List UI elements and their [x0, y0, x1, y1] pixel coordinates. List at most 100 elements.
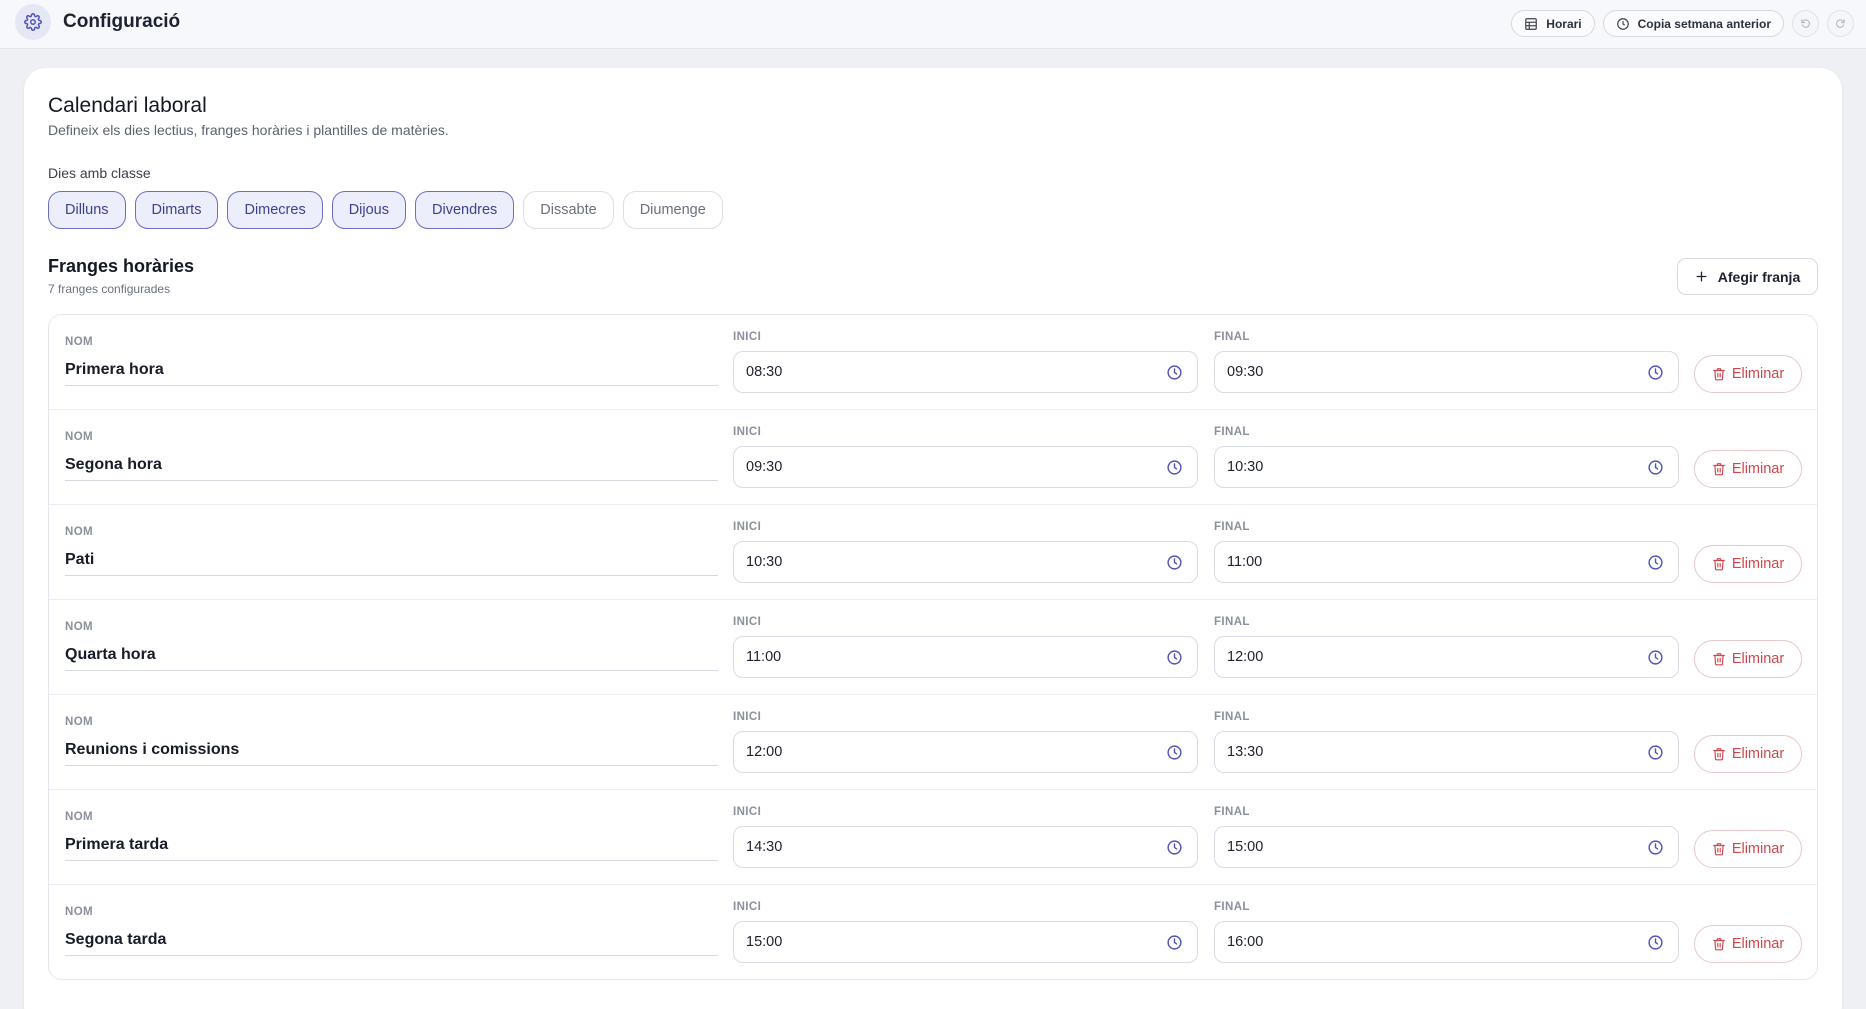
- delete-slot-button[interactable]: Eliminar: [1694, 640, 1802, 678]
- delete-slot-button[interactable]: Eliminar: [1694, 355, 1802, 393]
- clock-icon[interactable]: [1647, 649, 1664, 666]
- trash-icon: [1712, 843, 1725, 856]
- end-label: FINAL: [1214, 901, 1250, 913]
- name-label: NOM: [65, 811, 94, 823]
- copy-week-button[interactable]: Copia setmana anterior: [1602, 10, 1784, 37]
- end-time-input[interactable]: 12:00: [1214, 636, 1679, 678]
- day-chip[interactable]: Dimecres: [227, 191, 323, 229]
- trash-icon: [1712, 653, 1725, 666]
- delete-label: Eliminar: [1731, 366, 1785, 382]
- end-time-input[interactable]: 13:30: [1214, 731, 1679, 773]
- start-time-input[interactable]: 12:00: [733, 731, 1198, 773]
- trash-icon: [1712, 748, 1725, 761]
- slot-name-input[interactable]: Segona hora: [65, 454, 718, 481]
- clock-icon[interactable]: [1166, 649, 1183, 666]
- trash-icon: [1712, 558, 1725, 571]
- delete-slot-button[interactable]: Eliminar: [1694, 830, 1802, 868]
- delete-slot-button[interactable]: Eliminar: [1694, 545, 1802, 583]
- start-time-value: 09:30: [746, 459, 783, 475]
- day-chip[interactable]: Dissabte: [523, 191, 614, 229]
- end-time-input[interactable]: 11:00: [1214, 541, 1679, 583]
- start-time-input[interactable]: 14:30: [733, 826, 1198, 868]
- end-time-input[interactable]: 10:30: [1214, 446, 1679, 488]
- delete-slot-button[interactable]: Eliminar: [1694, 735, 1802, 773]
- end-time-input[interactable]: 15:00: [1214, 826, 1679, 868]
- name-label: NOM: [65, 526, 94, 538]
- slot-row: NOM Segona hora INICI 09:30 FINAL 10:30 Elimin…: [49, 410, 1817, 505]
- end-time-value: 12:00: [1227, 649, 1264, 665]
- undo-button[interactable]: [1792, 10, 1819, 37]
- slot-name-input[interactable]: Reunions i comissions: [65, 739, 718, 766]
- clock-icon[interactable]: [1166, 364, 1183, 381]
- clock-icon[interactable]: [1166, 554, 1183, 571]
- redo-icon: [1836, 19, 1845, 28]
- day-chip[interactable]: Diumenge: [622, 191, 723, 229]
- start-time-value: 10:30: [746, 554, 783, 570]
- name-label: NOM: [65, 336, 94, 348]
- start-time-input[interactable]: 11:00: [733, 636, 1198, 678]
- slot-name-input[interactable]: Segona tarda: [65, 929, 718, 956]
- slots-list: NOM Primera hora INICI 08:30 FINAL 09:30 Elimi…: [48, 314, 1818, 980]
- clock-icon[interactable]: [1166, 934, 1183, 951]
- settings-badge: [15, 4, 51, 40]
- clock-icon[interactable]: [1647, 459, 1664, 476]
- end-label: FINAL: [1214, 331, 1250, 343]
- day-chip[interactable]: Dimarts: [134, 191, 219, 229]
- end-label: FINAL: [1214, 426, 1250, 438]
- schedule-button[interactable]: Horari: [1511, 10, 1595, 37]
- end-time-input[interactable]: 09:30: [1214, 351, 1679, 393]
- delete-slot-button[interactable]: Eliminar: [1694, 925, 1802, 963]
- start-label: INICI: [733, 521, 762, 533]
- slot-row: NOM Segona tarda INICI 15:00 FINAL 16:00 Elimi…: [49, 885, 1817, 979]
- slot-name-input[interactable]: Primera tarda: [65, 834, 718, 861]
- slots-title: Franges horàries: [48, 256, 195, 276]
- delete-label: Eliminar: [1731, 746, 1785, 762]
- end-time-input[interactable]: 16:00: [1214, 921, 1679, 963]
- start-time-input[interactable]: 15:00: [733, 921, 1198, 963]
- start-time-input[interactable]: 09:30: [733, 446, 1198, 488]
- calendar-subtitle: Defineix els dies lectius, franges horàr…: [48, 122, 449, 138]
- plus-icon: [1696, 271, 1707, 282]
- redo-button[interactable]: [1827, 10, 1854, 37]
- clock-icon[interactable]: [1647, 744, 1664, 761]
- day-chip[interactable]: Dilluns: [48, 191, 126, 229]
- clock-icon[interactable]: [1647, 364, 1664, 381]
- slot-name-input[interactable]: Primera hora: [65, 359, 718, 386]
- undo-icon: [1801, 19, 1810, 28]
- end-label: FINAL: [1214, 616, 1250, 628]
- start-time-value: 08:30: [746, 364, 783, 380]
- clock-icon[interactable]: [1647, 554, 1664, 571]
- name-label: NOM: [65, 431, 94, 443]
- top-actions: Horari Copia setmana anterior: [1511, 10, 1854, 37]
- start-time-value: 11:00: [746, 649, 782, 665]
- add-slot-label: Afegir franja: [1717, 268, 1801, 285]
- slot-row: NOM Reunions i comissions INICI 12:00 FINAL 1…: [49, 695, 1817, 790]
- clock-icon[interactable]: [1166, 839, 1183, 856]
- slots-count: 7 franges configurades: [48, 282, 171, 296]
- name-label: NOM: [65, 716, 94, 728]
- clock-icon[interactable]: [1647, 839, 1664, 856]
- end-time-value: 10:30: [1227, 459, 1264, 475]
- clock-icon[interactable]: [1166, 459, 1183, 476]
- day-chip[interactable]: Divendres: [415, 191, 515, 229]
- clock-icon[interactable]: [1647, 934, 1664, 951]
- start-time-input[interactable]: 10:30: [733, 541, 1198, 583]
- start-time-input[interactable]: 08:30: [733, 351, 1198, 393]
- start-time-value: 12:00: [746, 744, 783, 760]
- trash-icon: [1712, 368, 1725, 381]
- day-chip[interactable]: Dijous: [331, 191, 406, 229]
- calendar-title: Calendari laboral: [48, 94, 207, 117]
- clock-icon[interactable]: [1166, 744, 1183, 761]
- delete-slot-button[interactable]: Eliminar: [1694, 450, 1802, 488]
- slot-name-input[interactable]: Quarta hora: [65, 644, 718, 671]
- end-time-value: 11:00: [1227, 554, 1263, 570]
- page-title: Configuració: [63, 11, 181, 32]
- delete-label: Eliminar: [1731, 461, 1785, 477]
- slot-row: NOM Primera tarda INICI 14:30 FINAL 15:00 Elim…: [49, 790, 1817, 885]
- day-chips: Dilluns Dimarts Dimecres Dijous Divendres Dis…: [48, 191, 723, 229]
- start-label: INICI: [733, 616, 762, 628]
- name-label: NOM: [65, 906, 94, 918]
- end-time-value: 13:30: [1227, 744, 1264, 760]
- slot-name-input[interactable]: Pati: [65, 549, 718, 576]
- add-slot-button[interactable]: Afegir franja: [1677, 258, 1818, 295]
